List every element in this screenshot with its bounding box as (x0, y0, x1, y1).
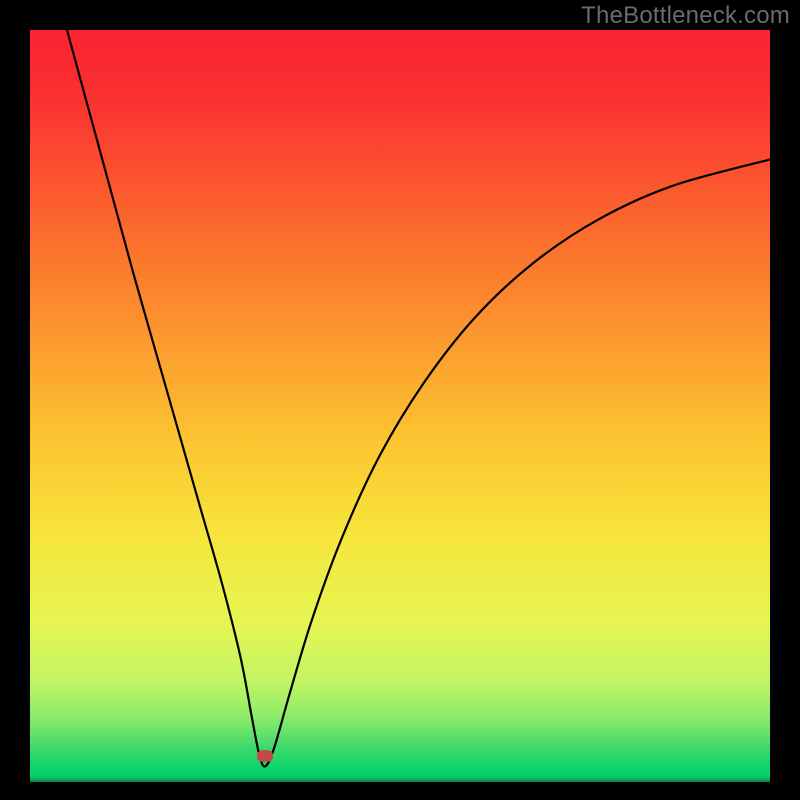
chart-frame: TheBottleneck.com (0, 0, 800, 800)
plot-area (30, 30, 770, 770)
green-baseline-bar (30, 770, 770, 782)
gradient-background (30, 30, 770, 770)
minimum-marker (257, 750, 273, 762)
plot-svg (30, 30, 770, 770)
watermark-text: TheBottleneck.com (581, 2, 790, 30)
